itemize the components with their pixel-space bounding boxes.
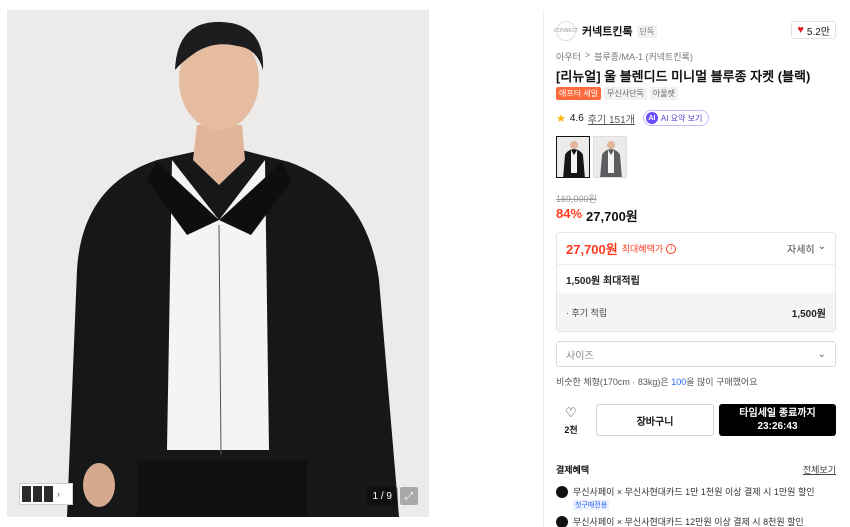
buy-now-button[interactable]: 타임세일 종료까지 23:26:43 [719,404,836,436]
variant-thumbnail-gray [594,137,626,177]
breadcrumb-separator: > [584,50,591,60]
brand-exclusive-tag: 단독 [636,24,658,38]
color-variant-black[interactable] [556,136,590,178]
product-tags: 애프터 세일 무신사단독 아울렛 [556,87,678,100]
thumbnail-1[interactable] [22,486,31,502]
max-benefit-price: 27,700원 [566,242,618,257]
thumbnail-strip[interactable]: › [19,483,73,505]
price-row: 84% 27,700원 [556,206,638,225]
sale-price: 27,700원 [586,209,638,224]
review-points-label: · 후기 적립 [566,307,608,318]
payment-benefit-item[interactable]: 무신사페이 × 무신사현대카드 1만 1천원 이상 결제 시 1만원 할인 첫구… [556,485,836,510]
product-title: [리뉴얼] 울 블렌디드 미니멀 블루종 자켓 (블랙) [556,69,811,84]
thumbnail-3[interactable] [44,486,53,502]
first-purchase-badge: 첫구매전용 [573,500,610,510]
similar-prefix: 비슷한 체형(170cm · 83kg)은 [556,377,672,387]
max-benefit-label: 최대혜택가 [621,244,664,254]
similar-body-note: 비슷한 체형(170cm · 83kg)은 100을 많이 구매했어요 [556,375,757,388]
benefit-detail-toggle[interactable]: 자세히 ⌄ [787,241,826,256]
tag-after-sale: 애프터 세일 [556,87,602,100]
rating-value: 4.6 [569,112,584,124]
star-icon: ★ [556,112,566,125]
chevron-right-icon[interactable]: › [57,489,60,499]
brand-row: CONNECT 커넥트킨록 단독 ♥ 5.2만 [554,20,836,42]
tag-outlet: 아울렛 [649,87,678,100]
product-main-image[interactable]: › 1 / 9 ⤢ [7,10,429,517]
color-variant-gray[interactable] [593,136,627,178]
product-info-panel: CONNECT 커넥트킨록 단독 ♥ 5.2만 아우터 > 블루종/MA-1 (… [543,10,843,527]
image-counter: 1 / 9 [366,487,398,505]
brand-like-count: 5.2만 [806,26,830,38]
brand-logo[interactable]: CONNECT [554,21,578,41]
variant-thumbnail-black [557,137,589,177]
card-logo-icon [556,486,568,498]
payment-benefit-item[interactable]: 무신사페이 × 무신사현대카드 12만원 이상 결제 시 8천원 할인 [556,515,836,527]
product-like-count: 2천 [564,425,578,435]
chevron-down-icon: ⌄ [817,241,826,252]
tag-musinsa-exclusive: 무신사단독 [604,87,647,100]
benefit-detail-label: 자세히 [787,245,815,256]
breadcrumb-item-category[interactable]: 블루종/MA-1 (커넥트킨록) [594,50,693,63]
original-price: 169,000원 [556,194,597,204]
size-select-placeholder: 사이즈 [566,350,594,362]
thumbnail-2[interactable] [33,486,42,502]
model-photo [67,21,399,517]
chevron-down-icon: ⌄ [817,348,826,360]
heart-outline-icon: ♡ [565,405,577,420]
time-sale-countdown: 23:26:43 [757,421,798,432]
review-link[interactable]: 후기 151개 [588,111,635,126]
review-points-row: · 후기 적립 1,500원 [557,293,835,331]
ai-icon: AI [645,112,658,124]
payment-benefits-title: 결제혜택 [556,465,590,475]
heart-icon: ♥ [797,24,804,36]
similar-size-highlight[interactable]: 100 [671,377,686,387]
payment-benefits-header: 결제혜택 전체보기 [556,463,836,476]
similar-suffix: 을 많이 구매했어요 [686,377,758,387]
points-total: 1,500원 최대적립 [566,275,640,287]
card-logo-icon [556,516,568,527]
payment-benefit-text: 무신사페이 × 무신사현대카드 12만원 이상 결제 시 8천원 할인 [573,517,804,527]
info-icon[interactable]: i [666,243,677,254]
ai-summary-label: AI 요약 보기 [660,113,703,123]
add-to-cart-button[interactable]: 장바구니 [596,404,714,436]
max-benefit-row[interactable]: 27,700원 최대혜택가 i 자세히 ⌄ [557,233,835,265]
size-select[interactable]: 사이즈 ⌄ [556,341,836,367]
rating-row: ★ 4.6 후기 151개 AI AI 요약 보기 [556,110,710,126]
payment-benefit-text: 무신사페이 × 무신사현대카드 1만 1천원 이상 결제 시 1만원 할인 [573,487,815,497]
review-points-value: 1,500원 [791,308,826,320]
ai-summary-button[interactable]: AI AI 요약 보기 [642,110,710,126]
breadcrumb-item-outer[interactable]: 아우터 [556,50,581,63]
brand-like-button[interactable]: ♥ 5.2만 [791,21,836,39]
view-all-link[interactable]: 전체보기 [803,463,836,476]
brand-name[interactable]: 커넥트킨록 [582,23,633,39]
discount-rate: 84% [556,206,583,221]
benefit-box: 27,700원 최대혜택가 i 자세히 ⌄ 1,500원 최대적립 · 후기 적… [556,232,836,332]
breadcrumb: 아우터 > 블루종/MA-1 (커넥트킨록) [556,50,693,63]
product-like-button[interactable]: ♡ 2천 [556,405,586,437]
time-sale-label: 타임세일 종료까지 [739,408,816,419]
expand-icon[interactable]: ⤢ [400,487,418,505]
